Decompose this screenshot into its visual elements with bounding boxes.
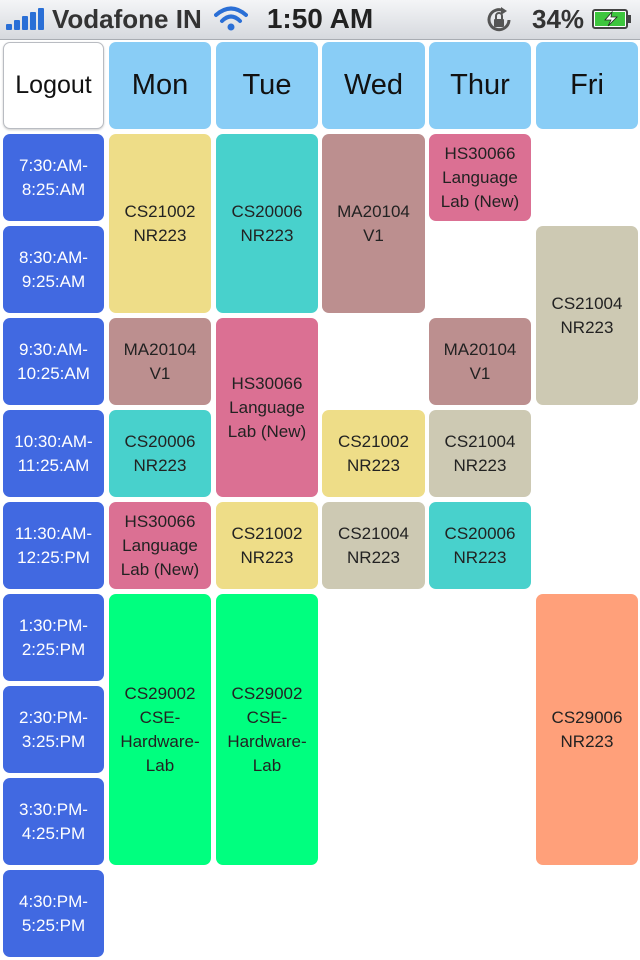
class-block[interactable]: CS21004 NR223 bbox=[536, 226, 638, 405]
class-block-label: CS29002 CSE- Hardware- Lab bbox=[120, 683, 200, 775]
logout-label: Logout bbox=[15, 71, 92, 99]
class-block-label: HS30066 Language Lab (New) bbox=[120, 511, 200, 579]
day-header-tue: Tue bbox=[216, 42, 318, 129]
class-block-label: CS20006 NR223 bbox=[444, 523, 516, 567]
class-block[interactable]: CS29006 NR223 bbox=[536, 594, 638, 865]
class-block-label: CS21004 NR223 bbox=[338, 523, 409, 567]
class-block[interactable]: CS29002 CSE- Hardware- Lab bbox=[109, 594, 211, 865]
time-slot: 10:30:AM- 11:25:AM bbox=[3, 410, 104, 497]
time-slot: 3:30:PM- 4:25:PM bbox=[3, 778, 104, 865]
class-block[interactable]: CS21002 NR223 bbox=[216, 502, 318, 589]
class-block[interactable]: CS20006 NR223 bbox=[216, 134, 318, 313]
class-block[interactable]: HS30066 Language Lab (New) bbox=[429, 134, 531, 221]
day-header-thur: Thur bbox=[429, 42, 531, 129]
class-block-label: CS21002 NR223 bbox=[338, 431, 409, 475]
battery-percentage: 34% bbox=[532, 4, 585, 34]
class-block-label: CS20006 NR223 bbox=[231, 201, 303, 245]
time-slot: 1:30:PM- 2:25:PM bbox=[3, 594, 104, 681]
time-slot: 8:30:AM- 9:25:AM bbox=[3, 226, 104, 313]
class-block[interactable]: MA20104 V1 bbox=[322, 134, 425, 313]
status-bar: Vodafone IN 1:50 AM 34% bbox=[0, 0, 640, 40]
class-block-label: CS20006 NR223 bbox=[124, 431, 196, 475]
time-slot: 11:30:AM- 12:25:PM bbox=[3, 502, 104, 589]
class-block[interactable]: CS21002 NR223 bbox=[322, 410, 425, 497]
class-block-label: CS21002 NR223 bbox=[124, 201, 196, 245]
rotation-lock-icon bbox=[487, 7, 511, 32]
class-block[interactable]: HS30066 Language Lab (New) bbox=[216, 318, 318, 497]
class-block-label: MA20104 V1 bbox=[123, 339, 197, 383]
class-block[interactable]: HS30066 Language Lab (New) bbox=[109, 502, 211, 589]
class-block[interactable]: CS21004 NR223 bbox=[429, 410, 531, 497]
battery-charging-icon bbox=[592, 9, 631, 29]
class-block[interactable]: CS29002 CSE- Hardware- Lab bbox=[216, 594, 318, 865]
class-block-label: CS21004 NR223 bbox=[444, 431, 516, 475]
day-header-fri: Fri bbox=[536, 42, 638, 129]
day-header-mon: Mon bbox=[109, 42, 211, 129]
class-block-label: CS21002 NR223 bbox=[231, 523, 303, 567]
class-block[interactable]: CS20006 NR223 bbox=[429, 502, 531, 589]
class-block[interactable]: CS21004 NR223 bbox=[322, 502, 425, 589]
class-block-label: HS30066 Language Lab (New) bbox=[227, 373, 307, 441]
time-slot: 2:30:PM- 3:25:PM bbox=[3, 686, 104, 773]
time-slot: 7:30:AM- 8:25:AM bbox=[3, 134, 104, 221]
class-block[interactable]: MA20104 V1 bbox=[429, 318, 531, 405]
class-block-label: CS29006 NR223 bbox=[551, 707, 623, 751]
class-block-label: MA20104 V1 bbox=[443, 339, 517, 383]
time-slot: 4:30:PM- 5:25:PM bbox=[3, 870, 104, 957]
class-block[interactable]: MA20104 V1 bbox=[109, 318, 211, 405]
class-block-label: MA20104 V1 bbox=[337, 201, 410, 245]
class-block[interactable]: CS21002 NR223 bbox=[109, 134, 211, 313]
class-block[interactable]: CS20006 NR223 bbox=[109, 410, 211, 497]
class-block-label: CS21004 NR223 bbox=[551, 293, 623, 337]
logout-button[interactable]: Logout bbox=[3, 42, 104, 129]
class-block-label: HS30066 Language Lab (New) bbox=[440, 143, 520, 211]
class-block-label: CS29002 CSE- Hardware- Lab bbox=[227, 683, 307, 775]
time-slot: 9:30:AM- 10:25:AM bbox=[3, 318, 104, 405]
day-header-wed: Wed bbox=[322, 42, 425, 129]
